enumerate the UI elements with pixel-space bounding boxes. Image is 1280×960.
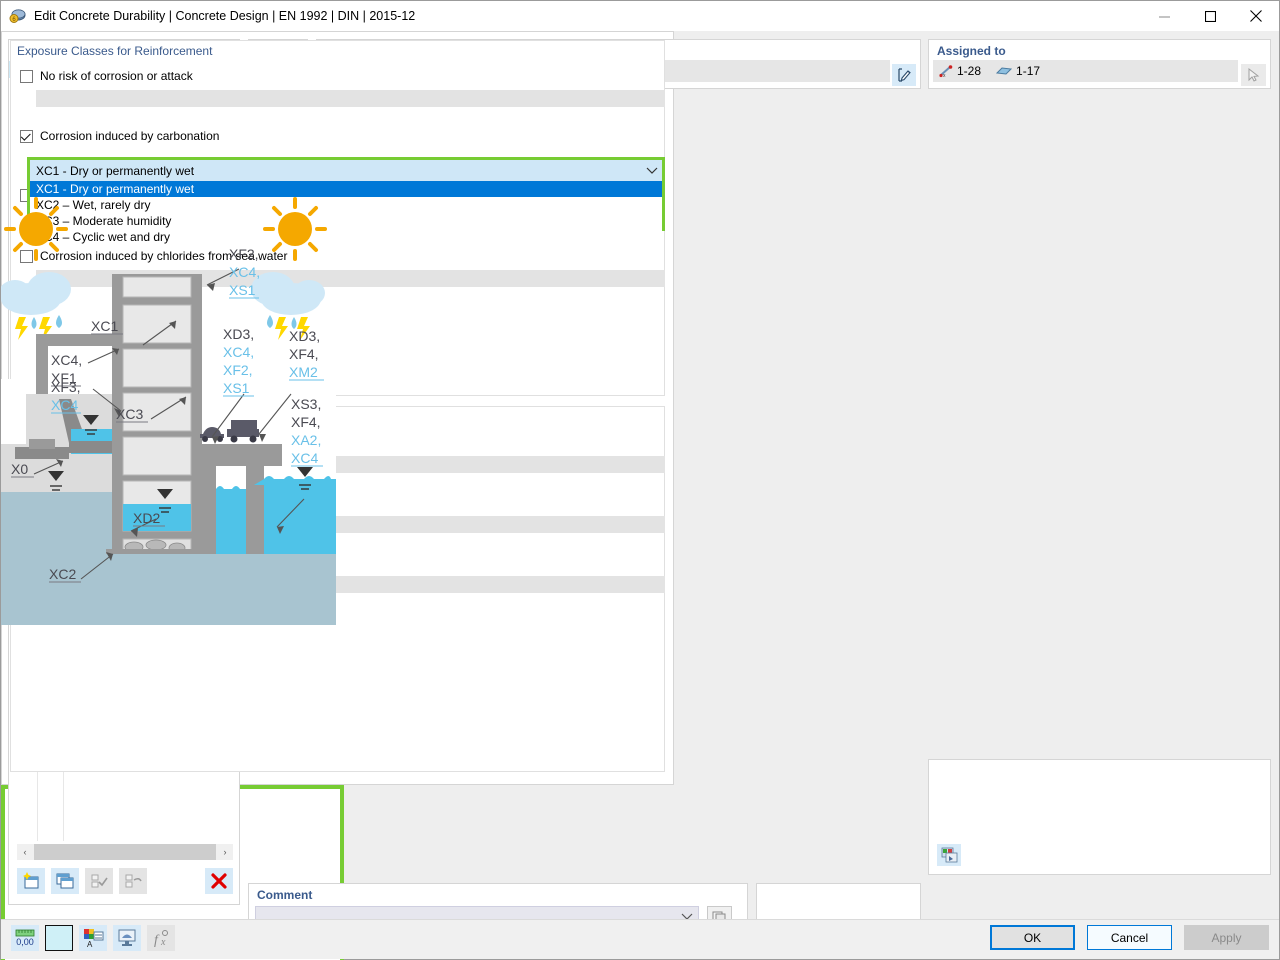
cancel-button[interactable]: Cancel bbox=[1087, 925, 1172, 950]
reset-entries-button bbox=[119, 868, 147, 894]
image-tools-panel bbox=[928, 759, 1271, 875]
assigned-to-values[interactable]: x 1-28 1-17 bbox=[933, 60, 1238, 82]
ok-button[interactable]: OK bbox=[990, 925, 1075, 950]
new-entry-button[interactable] bbox=[17, 868, 45, 894]
svg-text:x: x bbox=[943, 73, 946, 78]
label-xd3-b: XD3, bbox=[289, 328, 320, 344]
close-icon[interactable] bbox=[1233, 1, 1279, 31]
view-button[interactable] bbox=[113, 925, 141, 951]
svg-text:f: f bbox=[154, 933, 160, 948]
label-xd2: XD2 bbox=[133, 510, 160, 526]
sun-right-icon bbox=[263, 197, 327, 261]
assigned-to-label: Assigned to bbox=[937, 44, 1006, 58]
label-xf2-a: XF2, bbox=[223, 362, 253, 378]
image-export-icon[interactable] bbox=[937, 844, 961, 866]
window-controls bbox=[1141, 1, 1279, 31]
label-xc4-c: XC4 bbox=[291, 450, 318, 466]
label-xf3: XF3, bbox=[51, 379, 81, 395]
label-xc1: XC1 bbox=[91, 318, 118, 334]
member-icon: x bbox=[939, 64, 953, 78]
label-xm2: XM2 bbox=[289, 364, 318, 380]
svg-text:x: x bbox=[160, 937, 166, 948]
label-xa2: XA2, bbox=[291, 432, 321, 448]
sun-left-icon bbox=[4, 197, 68, 261]
label-xc2: XC2 bbox=[49, 566, 76, 582]
list-horizontal-scrollbar[interactable]: ‹ › bbox=[17, 844, 233, 860]
chevron-down-icon[interactable] bbox=[646, 166, 658, 175]
window-title: Edit Concrete Durability | Concrete Desi… bbox=[34, 9, 416, 23]
scroll-left-arrow-icon[interactable]: ‹ bbox=[17, 844, 33, 860]
exposure-classes-diagram: XF2, XC4, XS1 XC1 XC4, XF1 XF3, XC4 X0 X… bbox=[1, 49, 336, 625]
scrollbar-thumb[interactable] bbox=[34, 844, 216, 860]
assigned-members-value: 1-28 bbox=[957, 64, 982, 78]
label-xc3: XC3 bbox=[116, 406, 143, 422]
label-x0: X0 bbox=[11, 461, 28, 477]
label-xc4-basin: XC4 bbox=[51, 397, 78, 413]
label-xd3-a: XD3, bbox=[223, 326, 254, 342]
units-button[interactable]: 0,00 bbox=[11, 925, 39, 951]
svg-text:A: A bbox=[87, 940, 93, 948]
maximize-icon[interactable] bbox=[1187, 1, 1233, 31]
dialog-body: List 1 XC1 (Members : 1-28 | Surfaces : … bbox=[1, 31, 1279, 960]
check-entries-button bbox=[85, 868, 113, 894]
assigned-surfaces-value: 1-17 bbox=[1016, 64, 1041, 78]
svg-text:0,00: 0,00 bbox=[16, 937, 34, 947]
pencil-edit-icon[interactable] bbox=[892, 64, 916, 86]
display-properties-button[interactable]: A bbox=[79, 925, 107, 951]
copy-entry-button[interactable] bbox=[51, 868, 79, 894]
scroll-right-arrow-icon[interactable]: › bbox=[217, 844, 233, 860]
label-xc4-a: XC4, bbox=[223, 344, 254, 360]
concrete-durability-icon: 6 bbox=[9, 7, 27, 25]
footer-action-buttons: OK Cancel Apply bbox=[990, 925, 1269, 950]
select-cursor-icon[interactable] bbox=[1241, 64, 1266, 86]
label-xf2: XF2, bbox=[229, 246, 259, 262]
assigned-to-panel: Assigned to x 1-28 1-17 bbox=[928, 39, 1271, 89]
title-bar: 6 Edit Concrete Durability | Concrete De… bbox=[1, 1, 1279, 31]
delete-entry-button[interactable] bbox=[205, 868, 233, 894]
apply-button: Apply bbox=[1184, 925, 1269, 950]
color-button[interactable] bbox=[45, 925, 73, 951]
label-xs1-top: XS1 bbox=[229, 282, 256, 298]
list-toolbar bbox=[17, 866, 233, 896]
comment-label: Comment bbox=[257, 888, 313, 902]
rain-cloud-left-icon bbox=[1, 272, 71, 340]
formula-button: f x bbox=[147, 925, 175, 951]
label-xs1-a: XS1 bbox=[223, 380, 250, 396]
assigned-surfaces: 1-17 bbox=[996, 64, 1040, 78]
label-xf4-b: XF4, bbox=[289, 346, 319, 362]
footer-tool-buttons: 0,00 A f x bbox=[11, 925, 175, 951]
assigned-members: x 1-28 bbox=[939, 64, 981, 78]
surface-icon bbox=[996, 66, 1013, 75]
label-xs3: XS3, bbox=[291, 396, 321, 412]
label-xf4-c: XF4, bbox=[291, 414, 321, 430]
minimize-icon[interactable] bbox=[1141, 1, 1187, 31]
edit-concrete-durability-window: 6 Edit Concrete Durability | Concrete De… bbox=[0, 0, 1280, 960]
label-xc4-left: XC4, bbox=[51, 352, 82, 368]
dialog-footer: 0,00 A f x OK Cancel Apply bbox=[1, 919, 1279, 959]
label-xc4-top: XC4, bbox=[229, 264, 260, 280]
